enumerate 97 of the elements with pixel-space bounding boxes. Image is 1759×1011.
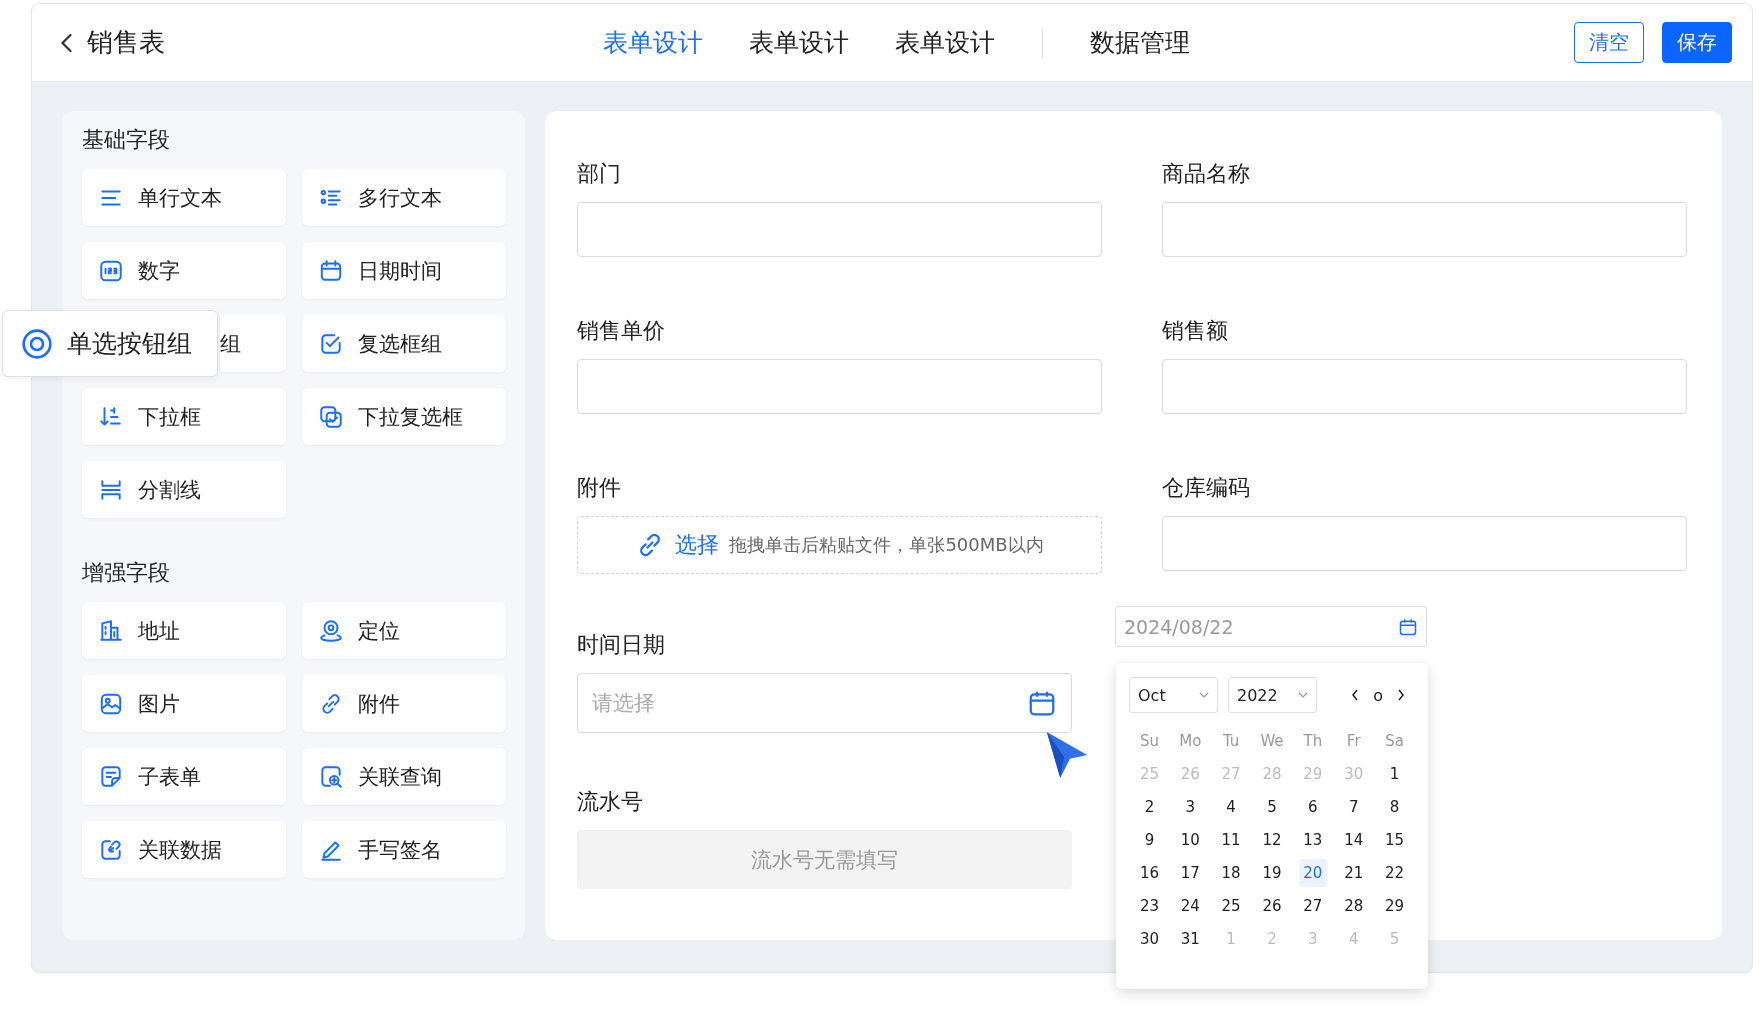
field-tile[interactable]: 子表单 bbox=[82, 748, 286, 805]
calendar-day[interactable]: 29 bbox=[1380, 892, 1409, 920]
document-icon bbox=[98, 763, 124, 790]
field-tile[interactable]: 下拉复选框 bbox=[302, 388, 506, 445]
calendar-day[interactable]: 22 bbox=[1380, 859, 1409, 887]
field-label: 部门 bbox=[577, 160, 622, 188]
calendar-day[interactable]: 10 bbox=[1176, 826, 1205, 854]
weekday-label: Sa bbox=[1385, 731, 1404, 752]
field-tile[interactable]: 复选框组 bbox=[302, 315, 506, 372]
weekday-label: Fr bbox=[1346, 731, 1361, 752]
dragged-field-tile[interactable]: 单选按钮组 bbox=[2, 310, 218, 377]
calendar-day[interactable]: 27 bbox=[1298, 892, 1327, 920]
section-title: 增强字段 bbox=[82, 559, 171, 587]
calendar-day[interactable]: 7 bbox=[1339, 793, 1368, 821]
tab[interactable]: 表单设计 bbox=[872, 26, 1018, 59]
calendar-day[interactable]: 26 bbox=[1258, 892, 1286, 920]
field-label: 仓库编码 bbox=[1162, 474, 1251, 502]
chevron-down-icon bbox=[1298, 692, 1308, 698]
calendar-day[interactable]: 19 bbox=[1258, 859, 1286, 887]
calendar-day[interactable]: 31 bbox=[1176, 925, 1205, 953]
next-icon[interactable] bbox=[1397, 689, 1405, 701]
clear-button[interactable]: 清空 bbox=[1574, 22, 1644, 63]
search-document-icon bbox=[318, 763, 344, 790]
field-tile[interactable]: 手写签名 bbox=[302, 821, 506, 878]
field-tile[interactable]: 关联查询 bbox=[302, 748, 506, 805]
field-tile[interactable]: 单行文本 bbox=[82, 169, 286, 226]
field-tile[interactable]: 分割线 bbox=[82, 461, 286, 518]
back-icon[interactable] bbox=[60, 32, 73, 53]
calendar-day[interactable]: 1 bbox=[1380, 760, 1409, 788]
copy-check-icon bbox=[318, 403, 344, 430]
building-icon bbox=[98, 617, 124, 644]
upload-area[interactable]: 选择 拖拽单击后粘贴文件，单张500MB以内 bbox=[577, 516, 1102, 574]
calendar-day[interactable]: 2 bbox=[1135, 793, 1164, 821]
field-label: 附件 bbox=[577, 474, 622, 502]
today-button[interactable]: o bbox=[1373, 685, 1383, 705]
chevron-down-icon bbox=[1199, 692, 1209, 698]
calendar-day[interactable]: 20 bbox=[1298, 859, 1327, 887]
weekday-label: Su bbox=[1139, 731, 1159, 752]
calendar-day[interactable]: 9 bbox=[1135, 826, 1164, 854]
field-label: 时间日期 bbox=[577, 631, 666, 659]
calendar-icon bbox=[318, 257, 344, 284]
month-select[interactable]: Oct bbox=[1129, 677, 1218, 713]
upload-hint: 拖拽单击后粘贴文件，单张500MB以内 bbox=[729, 533, 1044, 557]
field-tile[interactable]: 关联数据 bbox=[82, 821, 286, 878]
calendar-day[interactable]: 5 bbox=[1258, 793, 1286, 821]
weekday-label: We bbox=[1260, 731, 1284, 752]
input-field[interactable] bbox=[1162, 516, 1687, 571]
calendar-day[interactable]: 14 bbox=[1339, 826, 1368, 854]
tab[interactable]: 表单设计 bbox=[726, 26, 872, 59]
save-button[interactable]: 保存 bbox=[1662, 22, 1732, 63]
location-pin-icon bbox=[318, 617, 344, 644]
field-tile[interactable]: 附件 bbox=[302, 675, 506, 732]
calendar-day[interactable]: 28 bbox=[1339, 892, 1368, 920]
calendar-day[interactable]: 12 bbox=[1258, 826, 1286, 854]
calendar-day[interactable]: 6 bbox=[1298, 793, 1327, 821]
input-field[interactable] bbox=[1162, 202, 1687, 257]
calendar-day[interactable]: 18 bbox=[1217, 859, 1246, 887]
field-tile[interactable]: 图片 bbox=[82, 675, 286, 732]
calendar-day[interactable]: 13 bbox=[1298, 826, 1327, 854]
field-tile[interactable]: 下拉框 bbox=[82, 388, 286, 445]
field-tile[interactable]: 定位 bbox=[302, 602, 506, 659]
calendar-day[interactable]: 24 bbox=[1176, 892, 1205, 920]
calendar-day[interactable]: 25 bbox=[1217, 892, 1246, 920]
previous-icon[interactable] bbox=[1351, 689, 1360, 701]
calendar-day[interactable]: 8 bbox=[1380, 793, 1409, 821]
calendar-day[interactable]: 16 bbox=[1135, 859, 1164, 887]
calendar-day[interactable]: 17 bbox=[1176, 859, 1205, 887]
input-field[interactable] bbox=[577, 359, 1102, 414]
field-tile[interactable]: 日期时间 bbox=[302, 242, 506, 299]
disabled-field: 流水号无需填写 bbox=[577, 830, 1072, 889]
weekday-label: Th bbox=[1303, 731, 1323, 752]
tab[interactable]: 数据管理 bbox=[1067, 26, 1213, 59]
calendar-day[interactable]: 11 bbox=[1217, 826, 1246, 854]
calendar-day[interactable]: 3 bbox=[1176, 793, 1205, 821]
field-tile[interactable]: 地址 bbox=[82, 602, 286, 659]
year-select[interactable]: 2022 bbox=[1228, 677, 1317, 713]
field-tile[interactable]: 数字 bbox=[82, 242, 286, 299]
calendar-day[interactable]: 30 bbox=[1135, 925, 1164, 953]
field-tile[interactable]: 组 bbox=[220, 315, 286, 372]
weekday-label: Mo bbox=[1179, 731, 1202, 752]
section-title: 基础字段 bbox=[82, 126, 171, 154]
page-title: 销售表 bbox=[87, 26, 165, 59]
field-tile[interactable]: 多行文本 bbox=[302, 169, 506, 226]
target-icon bbox=[21, 327, 53, 360]
field-label: 销售额 bbox=[1162, 317, 1229, 345]
tab[interactable]: 表单设计 bbox=[580, 26, 726, 59]
field-label: 销售单价 bbox=[577, 317, 666, 345]
calendar-day[interactable]: 15 bbox=[1380, 826, 1409, 854]
weekday-label: Tu bbox=[1222, 731, 1240, 752]
calendar-day[interactable]: 4 bbox=[1217, 793, 1246, 821]
field-label: 商品名称 bbox=[1162, 160, 1251, 188]
input-field[interactable] bbox=[577, 202, 1102, 257]
input-field[interactable] bbox=[1162, 359, 1687, 414]
calendar-day[interactable]: 21 bbox=[1339, 859, 1368, 887]
select-link[interactable]: 选择 bbox=[675, 530, 720, 560]
calendar-day[interactable]: 23 bbox=[1135, 892, 1164, 920]
field-label: 流水号 bbox=[577, 788, 644, 816]
